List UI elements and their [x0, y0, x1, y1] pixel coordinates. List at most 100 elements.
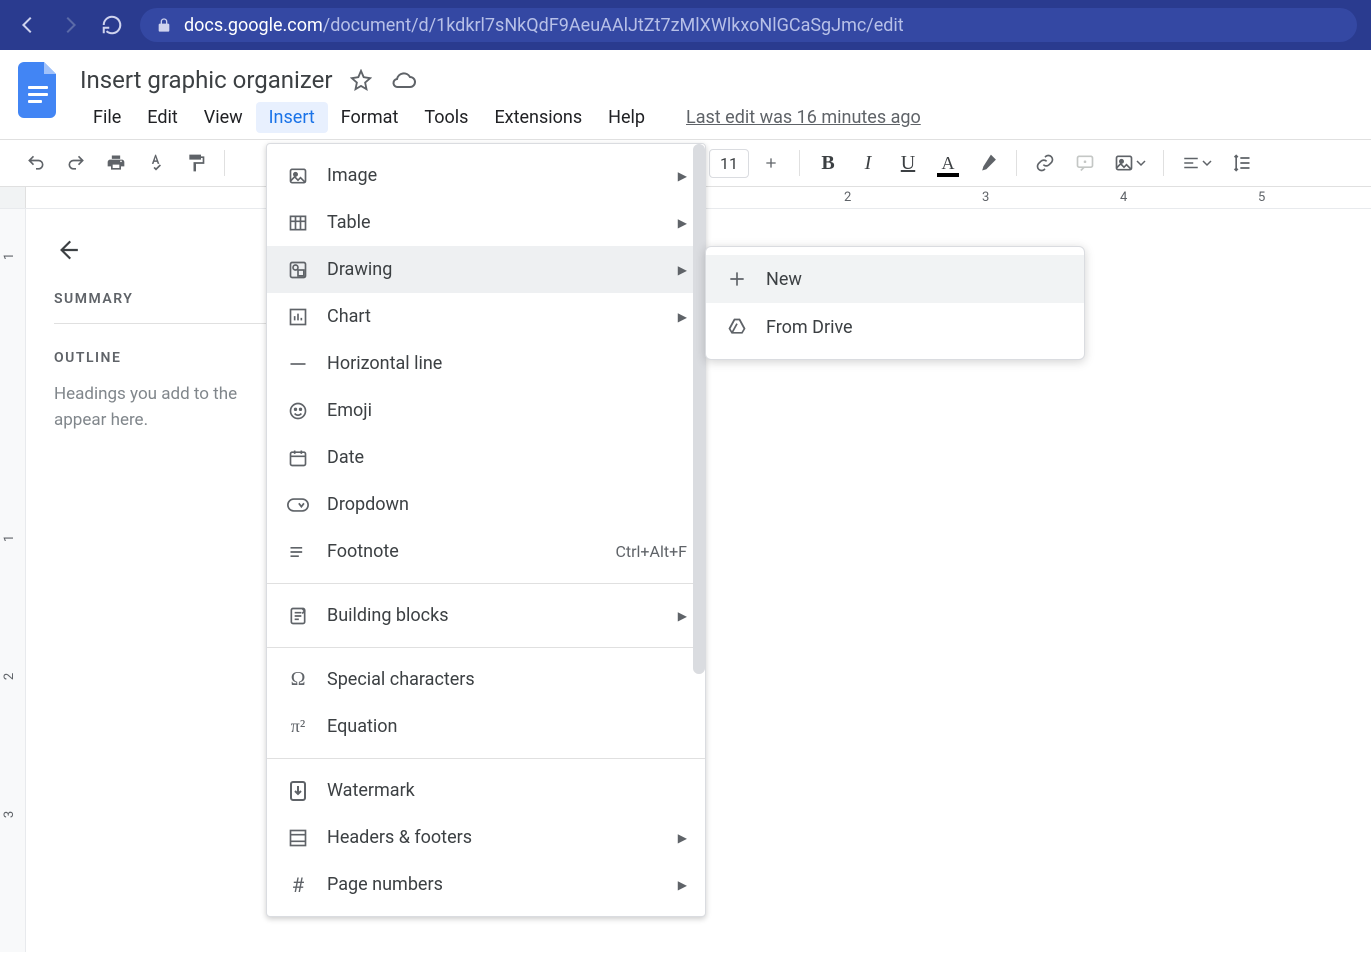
- menuitem-label: Headers & footers: [327, 827, 660, 848]
- submenu-arrow-icon: ▶: [678, 263, 687, 277]
- insert-hline-menuitem[interactable]: Horizontal line: [267, 340, 705, 387]
- vertical-ruler[interactable]: 1 1 2 3: [0, 209, 26, 952]
- link-button[interactable]: [1027, 145, 1063, 181]
- sidebar-outline-heading: OUTLINE: [54, 350, 266, 366]
- menuitem-label: Dropdown: [327, 494, 687, 515]
- insert-footnote-menuitem[interactable]: Footnote Ctrl+Alt+F: [267, 528, 705, 575]
- font-size-input[interactable]: 11: [709, 149, 749, 178]
- browser-url-bar[interactable]: docs.google.com/document/d/1kdkrl7sNkQdF…: [140, 8, 1357, 42]
- menu-divider: [267, 583, 705, 584]
- menuitem-label: Chart: [327, 306, 660, 327]
- omega-icon: Ω: [287, 668, 309, 691]
- cloud-status-icon[interactable]: [390, 70, 416, 90]
- ruler-tick: 1: [2, 535, 17, 542]
- menu-scrollbar[interactable]: [693, 144, 705, 674]
- menu-help[interactable]: Help: [595, 102, 658, 133]
- toolbar-separator: [224, 150, 225, 176]
- print-button[interactable]: [98, 145, 134, 181]
- redo-button[interactable]: [58, 145, 94, 181]
- menuitem-shortcut: Ctrl+Alt+F: [615, 542, 687, 561]
- submenu-arrow-icon: ▶: [678, 216, 687, 230]
- menuitem-label: Horizontal line: [327, 353, 687, 374]
- document-title[interactable]: Insert graphic organizer: [80, 66, 332, 94]
- submenu-arrow-icon: ▶: [678, 878, 687, 892]
- insert-headers-footers-menuitem[interactable]: Headers & footers ▶: [267, 814, 705, 861]
- star-icon[interactable]: [350, 69, 372, 91]
- sidebar-summary-heading: SUMMARY: [54, 291, 266, 307]
- menuitem-label: Special characters: [327, 669, 687, 690]
- insert-image-menuitem[interactable]: Image ▶: [267, 152, 705, 199]
- dropdown-icon: [287, 497, 309, 513]
- menu-bar: File Edit View Insert Format Tools Exten…: [80, 94, 1355, 133]
- insert-dropdown-menuitem[interactable]: Dropdown: [267, 481, 705, 528]
- insert-watermark-menuitem[interactable]: Watermark: [267, 767, 705, 814]
- insert-emoji-menuitem[interactable]: Emoji: [267, 387, 705, 434]
- highlight-button[interactable]: [970, 145, 1006, 181]
- ruler-tick: 2: [844, 190, 851, 205]
- chart-icon: [287, 307, 309, 327]
- plus-icon: [726, 269, 748, 289]
- text-color-button[interactable]: A: [930, 145, 966, 181]
- sidebar-collapse-button[interactable]: [54, 235, 84, 265]
- menuitem-label: Date: [327, 447, 687, 468]
- footnote-icon: [287, 542, 309, 562]
- menuitem-label: Image: [327, 165, 660, 186]
- underline-button[interactable]: U: [890, 145, 926, 181]
- building-blocks-icon: [287, 606, 309, 626]
- undo-button[interactable]: [18, 145, 54, 181]
- bold-button[interactable]: B: [810, 145, 846, 181]
- browser-reload-button[interactable]: [98, 11, 126, 39]
- docs-logo[interactable]: [16, 60, 62, 120]
- hash-icon: #: [287, 873, 309, 897]
- ruler-tick: 3: [982, 190, 989, 205]
- insert-chart-menuitem[interactable]: Chart ▶: [267, 293, 705, 340]
- submenu-arrow-icon: ▶: [678, 310, 687, 324]
- insert-table-menuitem[interactable]: Table ▶: [267, 199, 705, 246]
- watermark-icon: [287, 780, 309, 802]
- title-area: Insert graphic organizer File Edit View …: [80, 60, 1355, 133]
- drive-icon: [726, 317, 748, 337]
- menuitem-label: Equation: [327, 716, 687, 737]
- last-edit-link[interactable]: Last edit was 16 minutes ago: [686, 107, 921, 128]
- align-button[interactable]: [1174, 145, 1220, 181]
- font-size-increase-button[interactable]: [753, 145, 789, 181]
- menu-tools[interactable]: Tools: [411, 102, 481, 133]
- submenu-arrow-icon: ▶: [678, 169, 687, 183]
- menu-scrollbar-thumb[interactable]: [693, 144, 705, 674]
- insert-special-chars-menuitem[interactable]: Ω Special characters: [267, 656, 705, 703]
- menuitem-label: New: [766, 269, 1066, 290]
- browser-forward-button[interactable]: [56, 11, 84, 39]
- url-domain: docs.google.com: [184, 15, 323, 36]
- drawing-from-drive-menuitem[interactable]: From Drive: [706, 303, 1084, 351]
- pi-icon: π²: [287, 716, 309, 737]
- browser-bar: docs.google.com/document/d/1kdkrl7sNkQdF…: [0, 0, 1371, 50]
- insert-image-button[interactable]: [1107, 145, 1153, 181]
- menu-edit[interactable]: Edit: [134, 102, 190, 133]
- line-spacing-button[interactable]: [1224, 145, 1260, 181]
- menu-format[interactable]: Format: [328, 102, 412, 133]
- menu-view[interactable]: View: [191, 102, 256, 133]
- toolbar-separator: [1016, 150, 1017, 176]
- spellcheck-button[interactable]: [138, 145, 174, 181]
- insert-date-menuitem[interactable]: Date: [267, 434, 705, 481]
- ruler-tick: 5: [1258, 190, 1265, 205]
- calendar-icon: [287, 448, 309, 468]
- comment-button[interactable]: [1067, 145, 1103, 181]
- headers-footers-icon: [287, 828, 309, 848]
- insert-page-numbers-menuitem[interactable]: # Page numbers ▶: [267, 861, 705, 908]
- insert-equation-menuitem[interactable]: π² Equation: [267, 703, 705, 750]
- italic-button[interactable]: I: [850, 145, 886, 181]
- drawing-new-menuitem[interactable]: New: [706, 255, 1084, 303]
- menuitem-label: Page numbers: [327, 874, 660, 895]
- menu-insert[interactable]: Insert: [256, 102, 328, 133]
- ruler-tick: 3: [2, 811, 17, 818]
- insert-drawing-menuitem[interactable]: Drawing ▶: [267, 246, 705, 293]
- paint-format-button[interactable]: [178, 145, 214, 181]
- menu-file[interactable]: File: [80, 102, 134, 133]
- browser-back-button[interactable]: [14, 11, 42, 39]
- table-icon: [287, 213, 309, 233]
- ruler-tick: 1: [2, 253, 17, 260]
- insert-building-blocks-menuitem[interactable]: Building blocks ▶: [267, 592, 705, 639]
- submenu-arrow-icon: ▶: [678, 831, 687, 845]
- menu-extensions[interactable]: Extensions: [481, 102, 595, 133]
